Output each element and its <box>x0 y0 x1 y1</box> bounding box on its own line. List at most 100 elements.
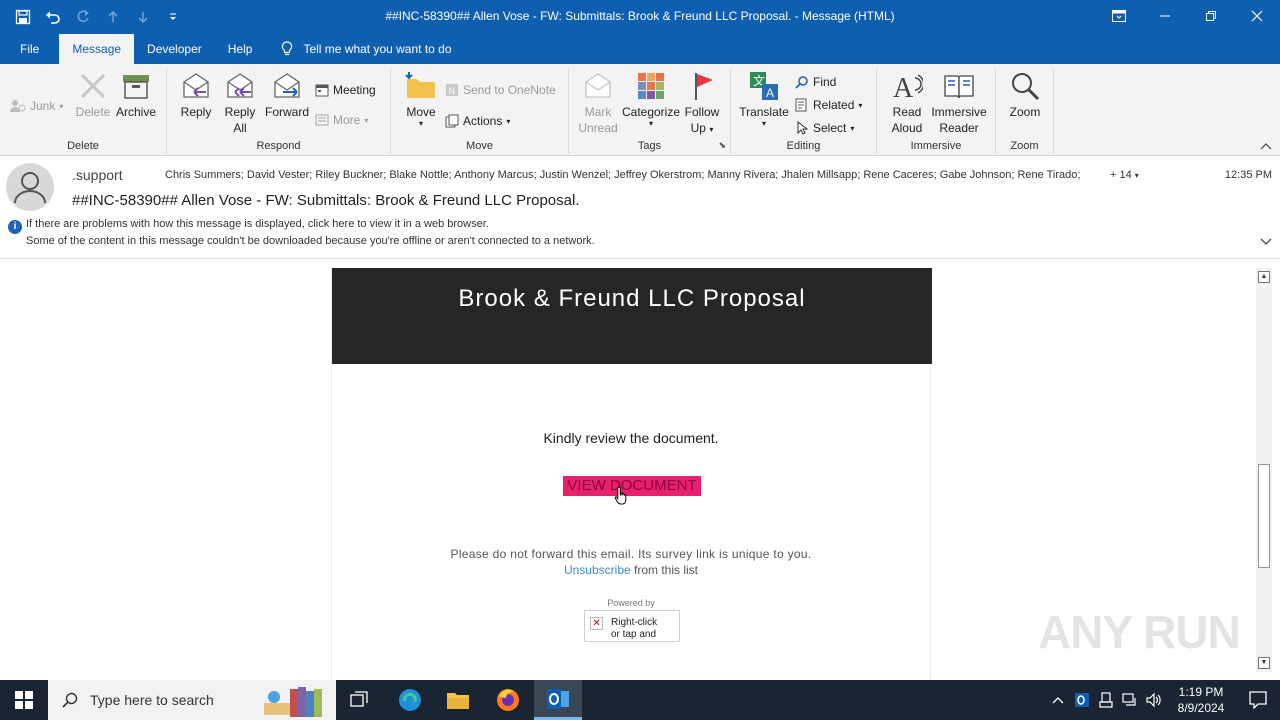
mark-unread-button[interactable]: Mark Unread <box>575 70 621 136</box>
task-view-icon[interactable] <box>336 680 384 720</box>
tab-file[interactable]: File <box>0 34 59 64</box>
close-icon[interactable] <box>1234 0 1280 32</box>
find-button[interactable]: Find <box>795 72 836 92</box>
outlook-tray-icon[interactable] <box>1070 680 1094 720</box>
lightbulb-icon <box>282 41 293 56</box>
info-bar[interactable]: i If there are problems with how this mes… <box>8 217 595 248</box>
junk-button[interactable]: Junk ▾ <box>10 96 63 116</box>
select-button[interactable]: Select ▾ <box>795 118 854 138</box>
move-group-label: Move <box>466 140 493 152</box>
read-aloud-button[interactable]: A Read Aloud <box>885 70 929 136</box>
actions-icon <box>445 114 459 128</box>
tags-group: Mark Unread Categorize ▾ Follow Up ▾ ⬊ T… <box>569 68 731 154</box>
select-cursor-icon <box>797 121 809 135</box>
immersive-reader-icon <box>943 70 975 102</box>
immersive-group-label: Immersive <box>910 140 962 152</box>
move-button[interactable]: Move ▾ <box>399 70 443 128</box>
collapse-ribbon-icon[interactable] <box>1260 141 1272 153</box>
tab-message[interactable]: Message <box>59 34 135 64</box>
read-aloud-icon: A <box>891 70 923 102</box>
delete-icon <box>77 70 109 102</box>
edge-browser-icon[interactable] <box>386 680 434 720</box>
minimize-icon[interactable] <box>1142 0 1188 32</box>
broken-image-icon: ✕ <box>590 617 603 630</box>
clock-date: 8/9/2024 <box>1177 701 1225 715</box>
forward-button[interactable]: Forward <box>263 70 311 120</box>
hand-cursor-icon <box>614 486 630 508</box>
reply-all-button[interactable]: Reply All <box>219 70 261 136</box>
volume-icon[interactable] <box>1142 680 1166 720</box>
tell-me-box[interactable]: Tell me what you want to do <box>269 34 452 64</box>
meeting-icon <box>315 84 329 97</box>
show-hidden-icons-chevron-icon[interactable] <box>1046 680 1070 720</box>
flag-icon <box>686 70 718 102</box>
delete-group-label: Delete <box>67 140 99 152</box>
view-document-button[interactable]: VIEW DOCUMENT <box>563 476 701 496</box>
outlook-taskbar-icon[interactable] <box>534 680 582 720</box>
message-subject: ##INC-58390## Allen Vose - FW: Submittal… <box>72 192 580 209</box>
banner-title: Brook & Freund LLC Proposal <box>332 268 932 364</box>
svg-text:A: A <box>766 86 774 100</box>
scrollbar-thumb[interactable] <box>1258 464 1270 568</box>
follow-up-button[interactable]: Follow Up ▾ <box>681 70 723 138</box>
restore-icon[interactable] <box>1188 0 1234 32</box>
scroll-up-arrow-icon[interactable]: ▲ <box>1258 271 1270 283</box>
reply-button[interactable]: Reply <box>175 70 217 120</box>
meeting-button[interactable]: Meeting <box>315 80 376 100</box>
notification-center-icon[interactable] <box>1236 680 1280 720</box>
firefox-icon[interactable] <box>484 680 532 720</box>
send-to-onenote-button[interactable]: N Send to OneNote <box>445 80 556 100</box>
avatar[interactable] <box>6 163 54 211</box>
ribbon-display-options-icon[interactable] <box>1096 0 1142 32</box>
expand-header-chevron-icon[interactable] <box>1260 235 1272 249</box>
ribbon: Junk ▾ Delete Archive Delete Reply Reply… <box>0 64 1280 156</box>
search-highlight-books-icon <box>264 687 322 717</box>
delete-group: Junk ▾ Delete Archive Delete <box>0 68 167 154</box>
scroll-down-arrow-icon[interactable]: ▼ <box>1258 657 1270 669</box>
move-group: Move ▾ N Send to OneNote Actions ▾ Move <box>391 68 569 154</box>
zoom-group-label: Zoom <box>1010 140 1039 152</box>
respond-group-label: Respond <box>256 140 301 152</box>
taskbar-clock[interactable]: 1:19 PM 8/9/2024 <box>1166 684 1236 716</box>
taskbar: Type here to search 1:19 PM 8/9/2024 <box>0 680 1280 720</box>
archive-button[interactable]: Archive <box>114 70 158 120</box>
forward-icon <box>271 70 303 102</box>
related-button[interactable]: Related ▾ <box>795 95 862 115</box>
mark-unread-icon <box>582 70 614 102</box>
sender-name[interactable]: .support <box>72 167 123 183</box>
zoom-button[interactable]: Zoom <box>1002 70 1048 120</box>
unsubscribe-line: Unsubscribe from this list <box>332 563 930 577</box>
translate-button[interactable]: 文A Translate ▾ <box>737 70 791 128</box>
search-icon <box>62 692 78 708</box>
more-respond-button[interactable]: More ▾ <box>315 110 368 130</box>
broken-image-placeholder[interactable]: ✕ Right-click or tap and <box>584 610 680 642</box>
editing-group: 文A Translate ▾ Find Related ▾ Select ▾ E… <box>731 68 877 154</box>
start-windows-icon[interactable] <box>0 680 48 720</box>
message-time: 12:35 PM <box>1224 169 1272 181</box>
network-icon[interactable] <box>1118 680 1142 720</box>
archive-icon <box>120 70 152 102</box>
usb-device-icon[interactable] <box>1094 680 1118 720</box>
file-explorer-icon[interactable] <box>434 680 482 720</box>
message-scrollbar[interactable]: ▲ ▼ <box>1256 268 1272 672</box>
categorize-button[interactable]: Categorize ▾ <box>621 70 681 128</box>
tab-help[interactable]: Help <box>215 34 266 64</box>
immersive-reader-button[interactable]: Immersive Reader <box>929 70 989 136</box>
zoom-group: Zoom Zoom <box>996 68 1054 154</box>
recipient-list[interactable]: Chris Summers; David Vester; Riley Buckn… <box>165 169 1080 181</box>
move-folder-icon <box>405 70 437 102</box>
system-tray: 1:19 PM 8/9/2024 <box>1046 680 1280 720</box>
info-line-web[interactable]: If there are problems with how this mess… <box>26 218 489 230</box>
email-card: Brook & Freund LLC Proposal Kindly revie… <box>331 268 932 680</box>
related-icon <box>795 98 807 112</box>
review-instruction: Kindly review the document. <box>543 430 719 446</box>
unsubscribe-link[interactable]: Unsubscribe <box>564 563 631 577</box>
tab-developer[interactable]: Developer <box>134 34 215 64</box>
taskbar-search-box[interactable]: Type here to search <box>48 680 336 720</box>
delete-button[interactable]: Delete <box>72 70 114 120</box>
more-recipients-toggle[interactable]: + 14 ▾ <box>1110 169 1139 181</box>
actions-button[interactable]: Actions ▾ <box>445 111 510 131</box>
message-header: .support Chris Summers; David Vester; Ri… <box>0 157 1280 259</box>
window-title: ##INC-58390## Allen Vose - FW: Submittal… <box>385 9 895 23</box>
anyrun-watermark: ANY RUN <box>1038 606 1241 658</box>
